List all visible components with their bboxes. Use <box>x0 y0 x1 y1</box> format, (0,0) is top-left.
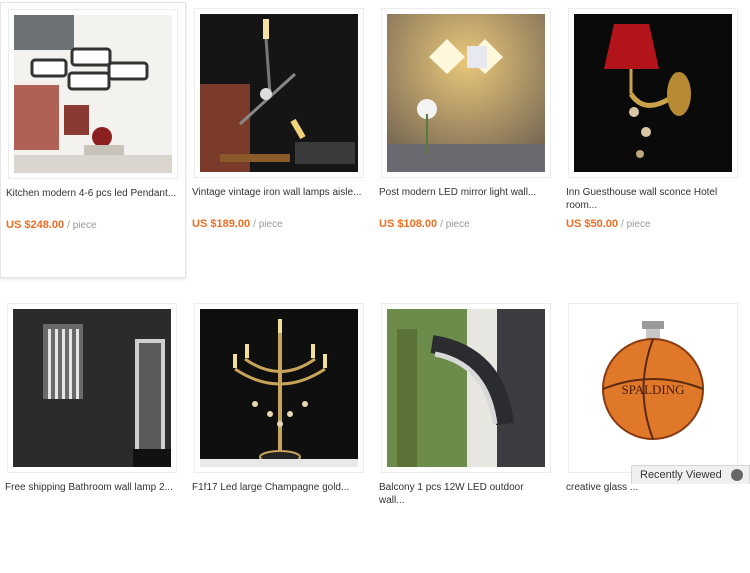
product-title[interactable]: Post modern LED mirror light wall... <box>379 186 551 199</box>
product-photo-champagne-lamp <box>200 309 358 467</box>
product-image[interactable] <box>568 8 738 178</box>
product-title[interactable]: Balcony 1 pcs 12W LED outdoor wall... <box>379 481 551 507</box>
product-photo-outdoor-wall-light <box>387 309 545 467</box>
price-value: US $108.00 <box>379 218 438 230</box>
product-card[interactable]: Free shipping Bathroom wall lamp 2... <box>0 297 186 573</box>
price-value: US $50.00 <box>566 218 618 230</box>
product-title[interactable]: F1f17 Led large Champagne gold... <box>192 481 364 494</box>
product-image[interactable] <box>7 303 177 473</box>
price-value: US $248.00 <box>6 219 65 231</box>
product-photo-basketball-lamp: SPALDING <box>574 309 732 467</box>
svg-text:SPALDING: SPALDING <box>621 382 684 397</box>
product-title[interactable]: Inn Guesthouse wall sconce Hotel room... <box>566 186 738 212</box>
recently-viewed-label: Recently Viewed <box>640 469 722 481</box>
product-photo-sconce <box>574 14 732 172</box>
price-unit: / piece <box>67 220 97 231</box>
product-photo-bathroom-lamp <box>13 309 171 467</box>
product-card[interactable]: F1f17 Led large Champagne gold... <box>187 297 373 573</box>
product-title[interactable]: Kitchen modern 4-6 pcs led Pendant... <box>6 187 178 200</box>
product-image[interactable] <box>8 9 178 179</box>
product-image[interactable] <box>194 303 364 473</box>
product-photo-wall-lamp <box>200 14 358 172</box>
product-price: US $50.00 / piece <box>566 218 651 230</box>
price-unit: / piece <box>253 219 283 230</box>
product-card[interactable]: Vintage vintage iron wall lamps aisle...… <box>187 2 373 278</box>
product-card[interactable]: SPALDING creative glass ... <box>561 297 747 573</box>
chevron-up-icon[interactable] <box>731 469 743 481</box>
recently-viewed-tab[interactable]: Recently Viewed <box>631 465 750 484</box>
product-image[interactable] <box>194 8 364 178</box>
price-unit: / piece <box>621 219 651 230</box>
product-image[interactable] <box>381 303 551 473</box>
product-image[interactable]: SPALDING <box>568 303 738 473</box>
product-image[interactable] <box>381 8 551 178</box>
product-card[interactable]: Kitchen modern 4-6 pcs led Pendant... US… <box>0 2 186 278</box>
product-title[interactable]: Vintage vintage iron wall lamps aisle... <box>192 186 364 199</box>
price-value: US $189.00 <box>192 218 251 230</box>
product-title[interactable]: Free shipping Bathroom wall lamp 2... <box>5 481 177 494</box>
product-card[interactable]: Post modern LED mirror light wall... US … <box>374 2 560 278</box>
price-unit: / piece <box>440 219 470 230</box>
product-price: US $108.00 / piece <box>379 218 470 230</box>
product-price: US $248.00 / piece <box>6 219 97 231</box>
product-photo-mirror-light <box>387 14 545 172</box>
product-card[interactable]: Balcony 1 pcs 12W LED outdoor wall... <box>374 297 560 573</box>
product-card[interactable]: Inn Guesthouse wall sconce Hotel room...… <box>561 2 747 278</box>
product-photo-pendant <box>14 15 172 173</box>
product-price: US $189.00 / piece <box>192 218 283 230</box>
